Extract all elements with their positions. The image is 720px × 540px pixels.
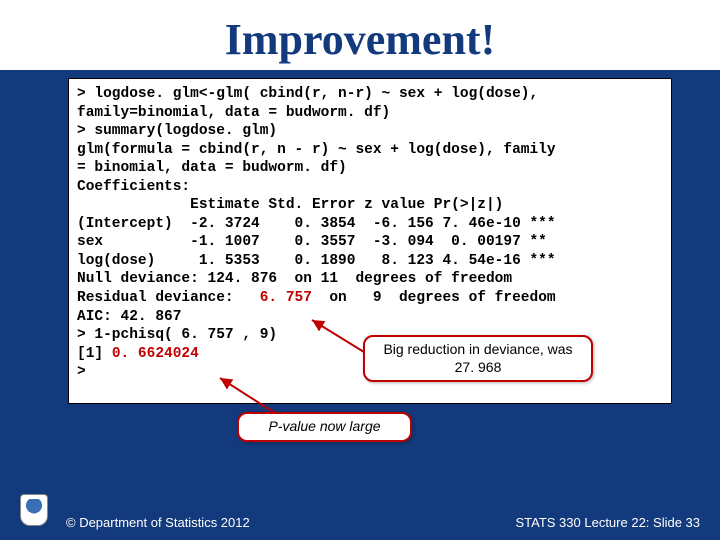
code-line: AIC: 42. 867 <box>77 309 181 325</box>
university-logo <box>16 494 52 534</box>
code-line: (Intercept) -2. 3724 0. 3854 -6. 156 7. … <box>77 216 556 232</box>
footer-copyright: © Department of Statistics 2012 <box>66 515 250 530</box>
callout-pvalue: P-value now large <box>237 412 412 442</box>
code-line: log(dose) 1. 5353 0. 1890 8. 123 4. 54e-… <box>77 253 556 269</box>
shield-icon <box>20 494 48 526</box>
code-line: Estimate Std. Error z value Pr(>|z|) <box>77 197 503 213</box>
code-line: Null deviance: 124. 876 on 11 degrees of… <box>77 271 512 287</box>
code-line: > summary(logdose. glm) <box>77 123 277 139</box>
code-line: [1] <box>77 346 112 362</box>
slide: Improvement! > logdose. glm<-glm( cbind(… <box>0 0 720 540</box>
code-line: family=binomial, data = budworm. df) <box>77 105 390 121</box>
code-line: > 1-pchisq( 6. 757 , 9) <box>77 327 277 343</box>
footer-slide-number: STATS 330 Lecture 22: Slide 33 <box>515 515 700 530</box>
residual-deviance-value: 6. 757 <box>260 290 312 306</box>
code-line: Residual deviance: <box>77 290 260 306</box>
code-line: = binomial, data = budworm. df) <box>77 160 347 176</box>
title-bar: Improvement! <box>0 0 720 70</box>
code-line: glm(formula = cbind(r, n - r) ~ sex + lo… <box>77 142 556 158</box>
code-line: > <box>77 364 86 380</box>
code-line: > logdose. glm<-glm( cbind(r, n-r) ~ sex… <box>77 86 538 102</box>
code-line: on 9 degrees of freedom <box>312 290 556 306</box>
code-line: Coefficients: <box>77 179 190 195</box>
slide-title: Improvement! <box>225 14 495 65</box>
pvalue-value: 0. 6624024 <box>112 346 199 362</box>
callout-deviance: Big reduction in deviance, was 27. 968 <box>363 335 593 382</box>
code-line: sex -1. 1007 0. 3557 -3. 094 0. 00197 ** <box>77 234 547 250</box>
